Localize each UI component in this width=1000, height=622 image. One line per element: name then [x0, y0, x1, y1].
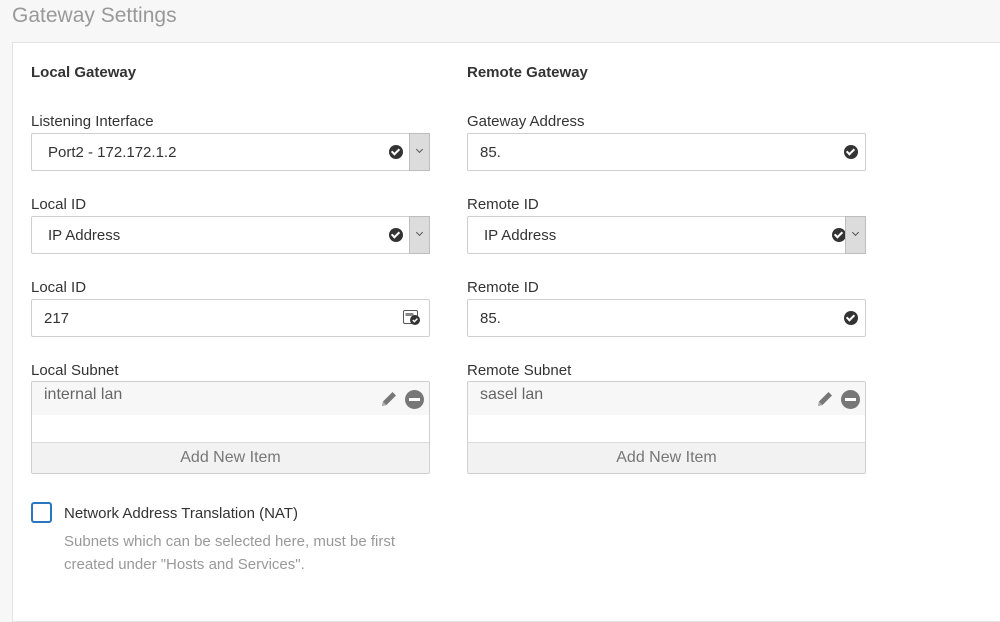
local-id-value-label: Local ID [31, 279, 87, 296]
check-circle-icon [389, 145, 403, 159]
remote-gateway-heading: Remote Gateway [467, 64, 588, 81]
page-title: Gateway Settings [12, 4, 177, 27]
local-subnet-label: Local Subnet [31, 362, 119, 379]
chevron-down-icon[interactable] [409, 216, 430, 254]
gateway-address-label: Gateway Address [467, 113, 585, 130]
remote-id-value-label: Remote ID [467, 279, 539, 296]
local-id-type-label: Local ID [31, 196, 87, 213]
check-circle-icon [389, 228, 403, 242]
remove-circle-icon[interactable] [841, 390, 860, 409]
remote-id-value: 85. [480, 310, 501, 327]
local-id-value: 217 [44, 310, 70, 327]
address-picker-icon[interactable] [403, 310, 421, 326]
remote-subnet-add-button[interactable]: Add New Item [468, 442, 865, 473]
remove-circle-icon[interactable] [405, 390, 424, 409]
gateway-address-value: 85. [480, 144, 501, 161]
chevron-down-icon[interactable] [845, 216, 866, 254]
chevron-down-icon[interactable] [409, 133, 430, 171]
gateway-address-input[interactable]: 85. [467, 133, 866, 171]
nat-help-text: Subnets which can be selected here, must… [64, 533, 396, 573]
check-circle-icon [832, 228, 846, 242]
pencil-icon[interactable] [379, 389, 399, 409]
remote-id-type-value: IP Address [484, 227, 557, 244]
local-gateway-heading: Local Gateway [31, 64, 137, 81]
remote-id-type-label: Remote ID [467, 196, 539, 213]
redaction-mask [502, 308, 570, 326]
remote-subnet-label: Remote Subnet [467, 362, 572, 379]
listening-interface-label: Listening Interface [31, 113, 154, 130]
remote-subnet-list: sasel lan Add New Item [467, 381, 866, 474]
local-id-input[interactable]: 217 [31, 299, 430, 337]
check-circle-icon [844, 145, 858, 159]
local-id-type-select[interactable]: IP Address [31, 216, 430, 254]
local-id-type-value: IP Address [48, 227, 121, 244]
remote-id-input[interactable]: 85. [467, 299, 866, 337]
subnet-item-label: sasel lan [480, 386, 544, 403]
list-item: internal lan [32, 382, 429, 415]
list-item: sasel lan [468, 382, 865, 415]
redaction-mask [72, 308, 148, 326]
remote-id-type-select[interactable]: IP Address [467, 216, 866, 254]
check-circle-icon [844, 311, 858, 325]
redaction-mask [503, 142, 573, 160]
local-subnet-add-button[interactable]: Add New Item [32, 442, 429, 473]
nat-checkbox[interactable] [31, 502, 52, 523]
pencil-icon[interactable] [815, 389, 835, 409]
local-subnet-list: internal lan Add New Item [31, 381, 430, 474]
subnet-item-label: internal lan [44, 386, 123, 403]
listening-interface-select[interactable]: Port2 - 172.172.1.2 [31, 133, 430, 171]
listening-interface-value: Port2 - 172.172.1.2 [48, 144, 177, 161]
nat-label: Network Address Translation (NAT) [64, 505, 298, 522]
